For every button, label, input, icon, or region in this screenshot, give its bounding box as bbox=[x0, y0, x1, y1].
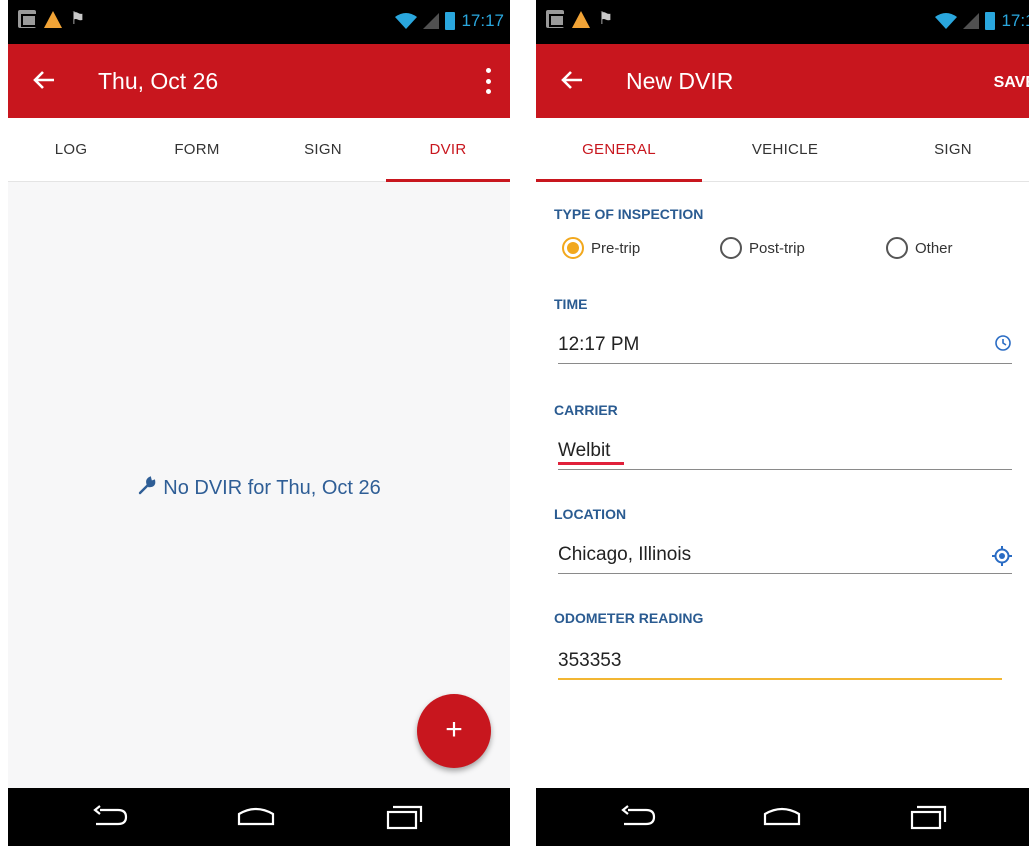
odometer-input[interactable] bbox=[558, 640, 1002, 676]
clock-icon[interactable] bbox=[994, 334, 1012, 352]
tab-bar: LOG FORM SIGN DVIR bbox=[8, 118, 510, 182]
wrench-icon bbox=[139, 476, 156, 495]
tab-sign[interactable]: SIGN bbox=[260, 118, 386, 182]
mail-notification-icon bbox=[546, 10, 565, 28]
radio-unselected-icon bbox=[720, 237, 742, 259]
tab-dvir[interactable]: DVIR bbox=[386, 118, 510, 182]
radio-label: Other bbox=[915, 239, 953, 257]
time-input[interactable] bbox=[558, 324, 1012, 360]
radio-unselected-icon bbox=[886, 237, 908, 259]
nav-back-icon[interactable] bbox=[90, 802, 130, 832]
time-field[interactable] bbox=[558, 324, 1012, 364]
save-button[interactable]: SAVE bbox=[994, 74, 1029, 92]
arrow-left-icon[interactable] bbox=[30, 66, 58, 94]
notification-icons: ⚑ bbox=[18, 10, 85, 28]
page-title: Thu, Oct 26 bbox=[98, 68, 219, 94]
radio-label: Post-trip bbox=[749, 239, 805, 257]
inspection-type-radio-group: Pre-trip Post-trip Other bbox=[558, 232, 1028, 264]
location-field[interactable] bbox=[558, 534, 1012, 574]
inspection-type-label: TYPE OF INSPECTION bbox=[554, 206, 704, 222]
flag-notification-icon: ⚑ bbox=[598, 9, 614, 28]
time-label: TIME bbox=[554, 296, 588, 312]
nav-recents-icon[interactable] bbox=[908, 802, 948, 832]
page-title: New DVIR bbox=[626, 68, 734, 94]
nav-recents-icon[interactable] bbox=[384, 802, 424, 832]
empty-state: No DVIR for Thu, Oct 26 bbox=[8, 476, 510, 500]
flag-notification-icon: ⚑ bbox=[70, 9, 86, 28]
nav-back-icon[interactable] bbox=[618, 802, 658, 832]
carrier-input[interactable] bbox=[558, 430, 1012, 466]
system-status-icons: 17:17 bbox=[395, 11, 504, 31]
carrier-field[interactable] bbox=[558, 430, 1012, 470]
cell-signal-icon bbox=[423, 13, 440, 29]
tab-log[interactable]: LOG bbox=[8, 118, 134, 182]
wifi-icon bbox=[395, 13, 418, 29]
battery-icon bbox=[985, 12, 996, 30]
app-bar: New DVIR SAVE bbox=[536, 44, 1029, 118]
wifi-icon bbox=[935, 13, 958, 29]
radio-label: Pre-trip bbox=[591, 239, 641, 257]
warning-notification-icon bbox=[572, 10, 590, 28]
tab-vehicle[interactable]: VEHICLE bbox=[702, 118, 868, 182]
system-nav-bar bbox=[536, 788, 1029, 846]
status-time: 17:17 bbox=[1001, 11, 1029, 30]
overflow-menu-icon[interactable] bbox=[486, 68, 492, 94]
arrow-left-icon[interactable] bbox=[558, 66, 586, 94]
nav-home-icon[interactable] bbox=[236, 802, 276, 832]
warning-notification-icon bbox=[44, 10, 62, 28]
notification-icons: ⚑ bbox=[546, 10, 613, 28]
status-bar: ⚑ 17:17 bbox=[8, 0, 510, 44]
location-label: LOCATION bbox=[554, 506, 627, 522]
add-dvir-button[interactable]: + bbox=[417, 694, 491, 768]
tab-bar: GENERAL VEHICLE SIGN bbox=[536, 118, 1029, 182]
battery-icon bbox=[445, 12, 456, 30]
odometer-label: ODOMETER READING bbox=[554, 610, 704, 626]
system-nav-bar bbox=[8, 788, 510, 846]
tab-form[interactable]: FORM bbox=[134, 118, 260, 182]
dvir-list-screen: ⚑ 17:17 Thu, Oct 26 LOG FORM SIGN DVIR N… bbox=[8, 0, 510, 846]
odometer-field[interactable] bbox=[558, 640, 1002, 680]
location-input[interactable] bbox=[558, 534, 1012, 570]
mail-notification-icon bbox=[18, 10, 37, 28]
gps-target-icon[interactable] bbox=[992, 546, 1012, 566]
app-bar: Thu, Oct 26 bbox=[8, 44, 510, 118]
cell-signal-icon bbox=[963, 13, 980, 29]
radio-post-trip[interactable]: Post-trip bbox=[720, 232, 805, 264]
status-bar: ⚑ 17:17 bbox=[536, 0, 1029, 44]
radio-selected-icon bbox=[562, 237, 584, 259]
tab-general[interactable]: GENERAL bbox=[536, 118, 702, 182]
system-status-icons: 17:17 bbox=[935, 11, 1029, 31]
tab-sign[interactable]: SIGN bbox=[868, 118, 1029, 182]
nav-home-icon[interactable] bbox=[762, 802, 802, 832]
empty-state-message: No DVIR for Thu, Oct 26 bbox=[163, 477, 381, 499]
status-time: 17:17 bbox=[461, 11, 504, 30]
radio-pre-trip[interactable]: Pre-trip bbox=[562, 232, 640, 264]
spellcheck-underline bbox=[558, 462, 624, 465]
radio-other[interactable]: Other bbox=[886, 232, 953, 264]
new-dvir-screen: ⚑ 17:17 New DVIR SAVE GENERAL VEHICLE SI… bbox=[536, 0, 1029, 846]
carrier-label: CARRIER bbox=[554, 402, 618, 418]
